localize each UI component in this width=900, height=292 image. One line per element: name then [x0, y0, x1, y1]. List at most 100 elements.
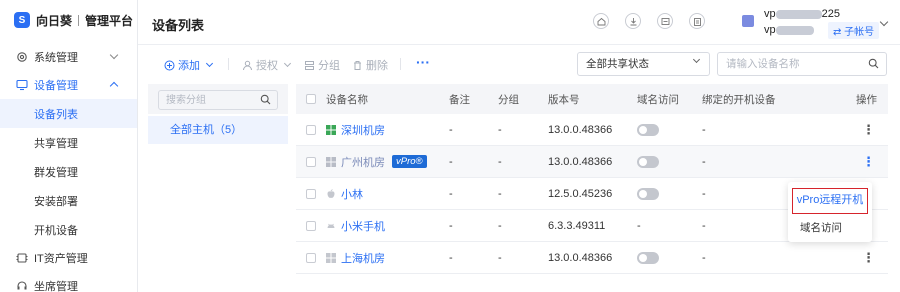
sidebar-group-it-asset[interactable]: IT资产管理 [0, 244, 137, 272]
sub-account-badge[interactable]: ⇄ 子帐号 [828, 22, 880, 39]
search-icon[interactable] [868, 58, 879, 72]
group-button[interactable]: 分组 [304, 57, 340, 73]
more-button[interactable]: ··· [416, 54, 430, 70]
gear-icon [16, 51, 28, 63]
headset-icon [16, 280, 28, 292]
share-status-select[interactable]: 全部共享状态 [577, 52, 710, 76]
delete-label: 删除 [366, 60, 388, 72]
header-note: 备注 [449, 93, 470, 106]
sidebar-item-broadcast[interactable]: 群发管理 [0, 157, 137, 186]
domain-access-toggle-cell [637, 146, 659, 177]
sidebar-group-device[interactable]: 设备管理 [0, 71, 137, 99]
device-name-link[interactable]: 上海机房 [326, 242, 385, 273]
brand: S 向日葵 管理平台 [0, 0, 137, 40]
group-search-input[interactable] [159, 91, 255, 109]
device-name-link[interactable]: 小林 [326, 178, 363, 209]
brand-divider [78, 14, 80, 26]
row-checkbox[interactable] [306, 124, 316, 135]
group-item-all-hosts[interactable]: 全部主机（5） [148, 116, 288, 144]
authorize-button[interactable]: 授权 [242, 57, 292, 73]
row-checkbox[interactable] [306, 252, 316, 263]
sidebar-group-label: 设备管理 [34, 80, 78, 92]
device-name: 小米手机 [341, 220, 385, 233]
delete-button[interactable]: 删除 [352, 57, 388, 73]
header-bound-boot-device: 绑定的开机设备 [702, 93, 776, 106]
device-name-link[interactable]: 广州机房 vPro® [326, 146, 427, 177]
clipboard-icon[interactable] [689, 13, 705, 29]
table-row[interactable]: 上海机房 - - 13.0.0.48366 - ⋮ [296, 242, 888, 274]
row-checkbox[interactable] [306, 188, 316, 199]
windows-icon [326, 124, 336, 135]
row-checkbox[interactable] [306, 156, 316, 167]
row-more-button[interactable]: ⋮ [862, 114, 875, 145]
version-cell: 13.0.0.48366 [548, 251, 613, 264]
domain-access-cell: - [637, 219, 641, 232]
chevron-up-icon [109, 81, 119, 91]
account-name-prefix: vp [764, 8, 776, 20]
device-name-link[interactable]: 小米手机 [326, 210, 385, 241]
checkbox[interactable] [306, 94, 316, 104]
select-all-checkbox[interactable] [306, 84, 316, 114]
table-row[interactable]: 深圳机房 - - 13.0.0.48366 - ⋮ [296, 114, 888, 146]
row-checkbox[interactable] [306, 220, 316, 231]
chevron-down-icon [205, 59, 214, 68]
bound-device-cell: - [702, 155, 706, 168]
group-search-field[interactable] [158, 90, 278, 110]
more-vertical-icon[interactable]: ⋮ [862, 155, 875, 168]
domain-access-toggle-cell [637, 178, 659, 209]
account-name[interactable]: vp 225 [764, 8, 840, 20]
sidebar-group-label: 坐席管理 [34, 281, 78, 292]
brand-subtitle: 管理平台 [85, 13, 134, 28]
domain-access-toggle[interactable] [637, 123, 659, 136]
vpro-remote-boot-menu-item[interactable]: vPro远程开机 [792, 188, 868, 214]
more-vertical-icon[interactable]: ⋮ [862, 123, 875, 136]
header-version: 版本号 [548, 93, 580, 106]
windows-icon [326, 156, 336, 167]
top-header: 设备列表 vp 225 vp ⇄ 子帐号 [138, 0, 900, 45]
header-group: 分组 [498, 93, 519, 106]
account-sub-prefix: vp [764, 24, 776, 36]
sidebar-item-deploy[interactable]: 安装部署 [0, 186, 137, 215]
bound-device-cell: - [702, 123, 706, 136]
chevron-down-icon [692, 55, 701, 64]
plus-circle-icon [164, 60, 175, 70]
sidebar-item-device-list[interactable]: 设备列表 [0, 99, 137, 128]
share-status-value: 全部共享状态 [586, 58, 649, 70]
sidebar-item-boot-device[interactable]: 开机设备 [0, 215, 137, 244]
divider [228, 58, 229, 70]
note-cell: - [449, 219, 453, 232]
version-cell: 13.0.0.48366 [548, 123, 613, 136]
add-button[interactable]: 添加 [164, 57, 214, 73]
account-avatar[interactable] [742, 15, 754, 27]
row-more-button[interactable]: ⋮ [862, 242, 875, 273]
sidebar-group-system[interactable]: 系统管理 [0, 43, 137, 71]
sidebar-group-seat[interactable]: 坐席管理 [0, 272, 137, 292]
sidebar: S 向日葵 管理平台 系统管理 设备管理 设备列表 共享管理 群发管理 安装部署… [0, 0, 138, 292]
header-name: 设备名称 [326, 93, 368, 106]
home-icon[interactable] [593, 13, 609, 29]
table-row[interactable]: 广州机房 vPro® - - 13.0.0.48366 - ⋮ [296, 146, 888, 178]
group-cell: - [498, 251, 502, 264]
domain-access-toggle[interactable] [637, 155, 659, 168]
domain-access-toggle[interactable] [637, 187, 659, 200]
row-more-button[interactable]: ⋮ [862, 146, 875, 177]
download-icon[interactable] [625, 13, 641, 29]
domain-access-toggle[interactable] [637, 251, 659, 264]
asset-icon [16, 252, 28, 264]
trash-icon [354, 60, 361, 70]
device-search-field[interactable] [717, 52, 887, 76]
more-vertical-icon[interactable]: ⋮ [862, 251, 875, 264]
device-search-input[interactable] [718, 53, 858, 75]
message-icon[interactable] [657, 13, 673, 29]
add-label: 添加 [178, 60, 200, 72]
header-action: 操作 [856, 93, 877, 106]
group-icon [305, 60, 314, 70]
chevron-down-icon [283, 59, 292, 68]
search-icon[interactable] [260, 94, 271, 108]
device-name: 上海机房 [341, 252, 385, 265]
sidebar-item-share[interactable]: 共享管理 [0, 128, 137, 157]
device-name-link[interactable]: 深圳机房 [326, 114, 385, 145]
user-icon [243, 60, 252, 70]
chevron-down-icon[interactable] [879, 17, 889, 27]
domain-access-menu-item[interactable]: 域名访问 [800, 220, 842, 235]
